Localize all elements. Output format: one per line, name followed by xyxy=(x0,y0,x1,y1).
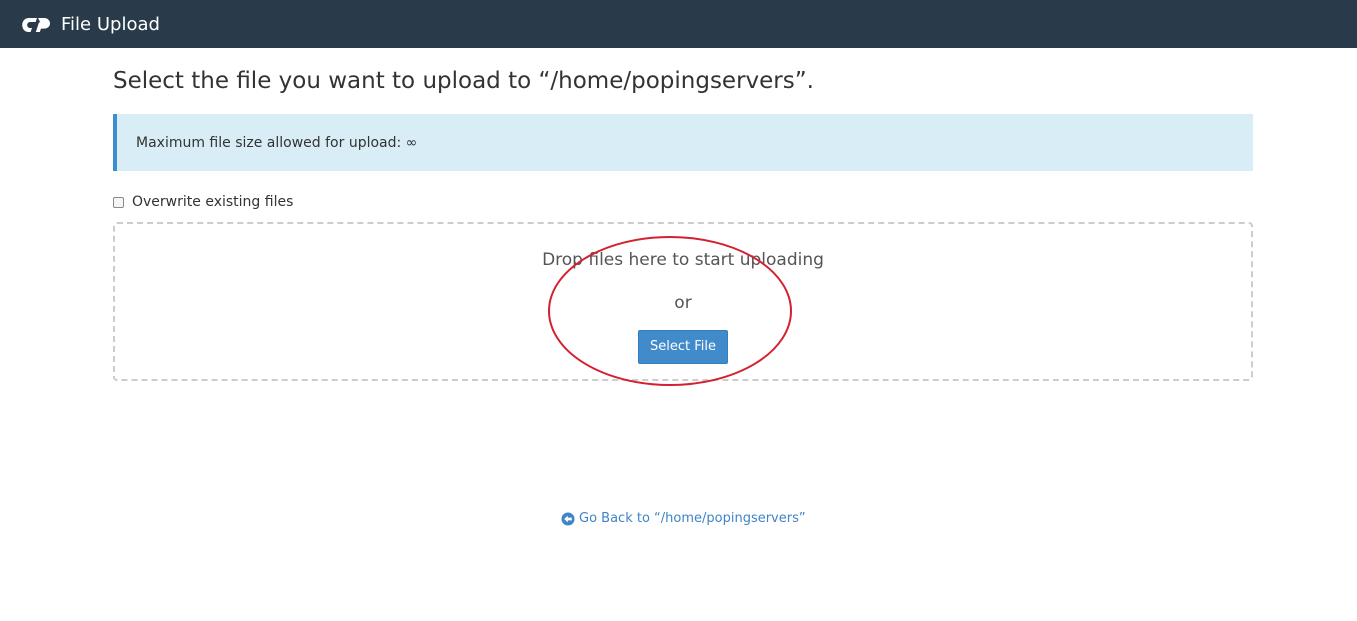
arrow-circle-left-icon xyxy=(561,512,575,526)
top-bar: File Upload xyxy=(0,0,1357,48)
go-back-text[interactable]: Go Back to “/home/popingservers” xyxy=(579,510,806,528)
max-file-size-alert: Maximum file size allowed for upload: ∞ xyxy=(113,114,1253,171)
max-file-size-text: Maximum file size allowed for upload: ∞ xyxy=(136,135,418,151)
page-title: File Upload xyxy=(61,14,160,35)
overwrite-label[interactable]: Overwrite existing files xyxy=(132,193,293,211)
overwrite-checkbox[interactable] xyxy=(113,196,124,208)
overwrite-option[interactable]: Overwrite existing files xyxy=(113,193,293,211)
select-file-button[interactable]: Select File xyxy=(638,330,728,364)
upload-heading: Select the file you want to upload to “/… xyxy=(113,68,814,94)
or-separator: or xyxy=(674,293,692,313)
cpanel-logo-icon[interactable] xyxy=(20,15,52,35)
go-back-link[interactable]: Go Back to “/home/popingservers” xyxy=(561,510,806,528)
file-drop-zone[interactable]: Drop files here to start uploading or Se… xyxy=(113,222,1253,381)
drop-files-text: Drop files here to start uploading xyxy=(542,250,824,270)
